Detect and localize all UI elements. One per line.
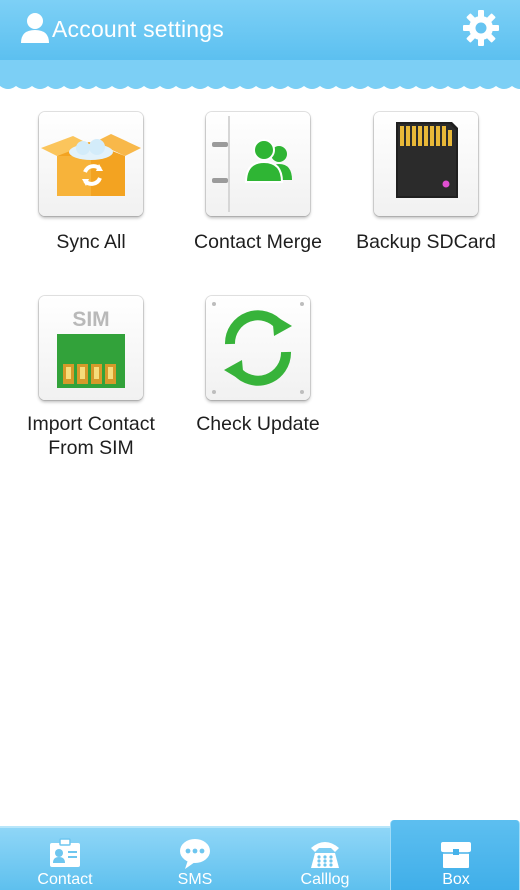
tile-icon-frame: SIM — [39, 296, 143, 400]
sim-card-icon: SIM — [57, 308, 125, 388]
tile-backup-sdcard[interactable]: Backup SDCard — [341, 112, 511, 262]
sync-box-icon — [41, 134, 141, 196]
sd-card-icon — [396, 122, 458, 198]
phone-icon — [311, 842, 339, 868]
refresh-icon — [212, 302, 304, 394]
tile-icon-frame — [39, 112, 143, 216]
nav-label: Box — [442, 871, 470, 888]
gear-icon[interactable] — [462, 9, 500, 47]
user-icon — [21, 13, 49, 43]
tile-icon-frame — [206, 296, 310, 400]
nav-tab-sms[interactable]: SMS — [130, 828, 260, 890]
contact-card-icon — [50, 838, 80, 867]
chat-bubble-icon — [180, 839, 210, 869]
tile-check-update[interactable]: Check Update — [173, 296, 343, 446]
tile-contact-merge[interactable]: Contact Merge — [173, 112, 343, 262]
nav-tab-calllog[interactable]: Calllog — [260, 828, 390, 890]
tile-label: Contact Merge — [194, 231, 322, 253]
tile-sync-all[interactable]: Sync All — [6, 112, 176, 262]
page-title: Account settings — [52, 16, 224, 42]
tile-label: Sync All — [56, 231, 126, 253]
app-header: Account settings — [0, 0, 520, 60]
nav-tab-box[interactable]: Box — [390, 820, 520, 890]
tile-icon-frame — [374, 112, 478, 216]
toolbox-icon — [441, 842, 471, 868]
bottom-nav: Contact SMS Calllog Box — [0, 820, 520, 890]
nav-label: Calllog — [300, 871, 350, 888]
tile-label: Check Update — [196, 413, 320, 435]
tile-icon-frame — [206, 112, 310, 216]
tile-label-line2: From SIM — [48, 437, 134, 459]
svg-text:SIM: SIM — [72, 308, 109, 331]
contact-merge-icon — [212, 116, 292, 212]
nav-tab-contact[interactable]: Contact — [0, 828, 130, 890]
header-wave-divider — [0, 60, 520, 89]
tile-label-line1: Import Contact — [27, 413, 155, 435]
tile-label: Backup SDCard — [356, 231, 496, 253]
tile-import-contact-from-sim[interactable]: SIM Import Contact From SIM — [6, 296, 176, 466]
nav-label: SMS — [177, 871, 213, 888]
nav-label: Contact — [37, 871, 93, 888]
